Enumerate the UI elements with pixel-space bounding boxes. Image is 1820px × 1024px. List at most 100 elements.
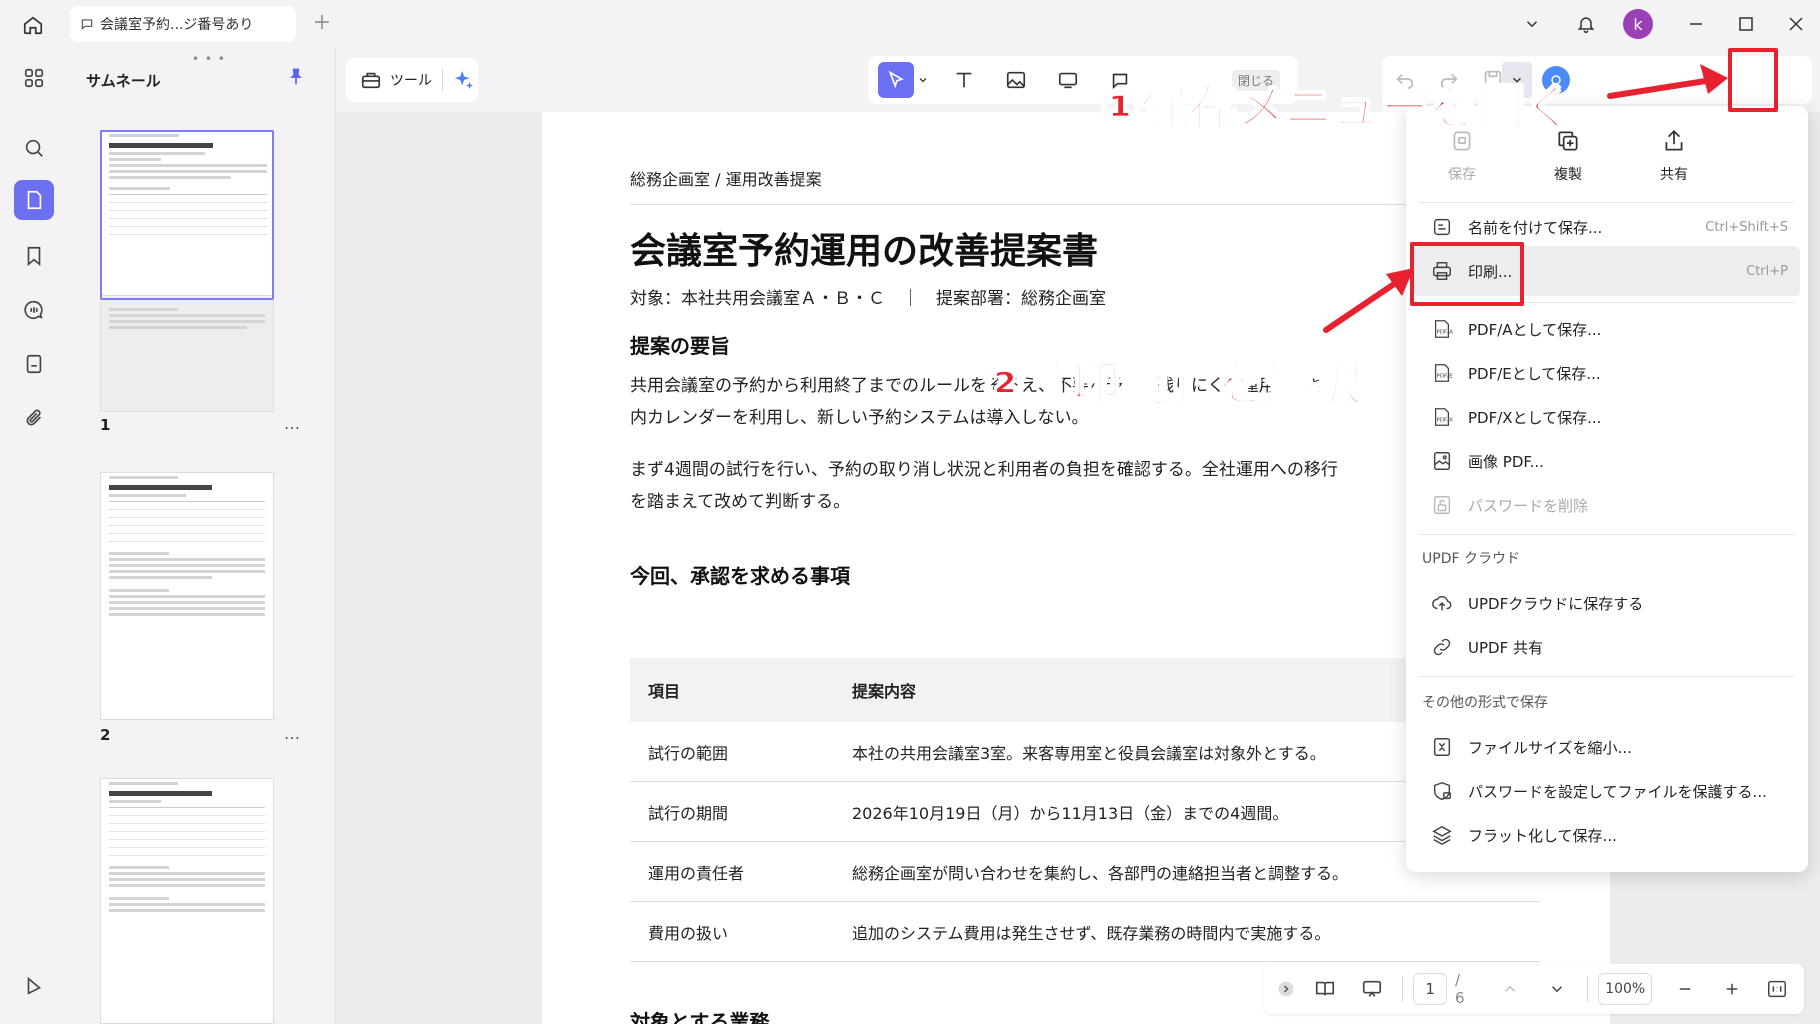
collapse-arrow-icon[interactable] (1274, 972, 1298, 1006)
paragraph-2: まず4週間の試行を行い、予約の取り消し状況と利用者の負担を確認する。全社運用への… (630, 454, 1460, 518)
thumbnail-panel-title: サムネール (86, 72, 161, 90)
minimize-icon[interactable] (1680, 8, 1712, 40)
pages-icon[interactable] (14, 180, 54, 220)
menu-item-label: PDF/Xとして保存... (1468, 408, 1602, 427)
thumbnail-more-button-1[interactable]: … (284, 414, 301, 433)
add-tab-button[interactable]: + (310, 12, 334, 36)
menu-item-label: 画像 PDF... (1468, 452, 1544, 471)
zoom-in-icon[interactable] (1711, 972, 1752, 1006)
menu-divider (1420, 676, 1794, 677)
comments-icon[interactable] (14, 290, 54, 330)
menu-item-remove-password[interactable]: パスワードを削除 (1414, 484, 1800, 526)
pdfx-icon: PDF/X (1428, 403, 1456, 431)
page-navigation-bar: 1 / 6 100% (1264, 964, 1804, 1014)
apps-grid-icon[interactable] (14, 58, 54, 98)
thumbnail-panel: • • • サムネール 1 … 2 … (68, 48, 336, 1024)
annotation-step-1: ①保存メニューを開く (1099, 79, 1574, 137)
annotation-arrow-1-head (1700, 64, 1728, 94)
layers-icon[interactable] (14, 966, 54, 1006)
select-cursor-icon[interactable] (878, 62, 914, 98)
thumbnail-selection-frame (100, 130, 274, 300)
section-heading-summary: 提案の要旨 (630, 334, 730, 358)
zoom-out-icon[interactable] (1664, 972, 1705, 1006)
paperclip-icon[interactable] (14, 398, 54, 438)
doc-breadcrumb: 総務企画室 / 運用改善提案 (630, 170, 822, 189)
annotation-step-2: ②「印刷」を選択 (983, 355, 1362, 413)
home-icon[interactable] (18, 10, 48, 40)
menu-item-label: フラット化して保存... (1468, 826, 1617, 845)
svg-text:PDF/E: PDF/E (1437, 374, 1454, 380)
compress-icon (1428, 733, 1456, 761)
menu-item-protect-password[interactable]: パスワードを設定してファイルを保護する... (1414, 770, 1800, 812)
reading-mode-icon[interactable] (1304, 972, 1345, 1006)
svg-text:PDF/X: PDF/X (1437, 418, 1454, 424)
tools-button[interactable]: ツール (346, 58, 478, 102)
previous-page-icon[interactable] (1489, 972, 1530, 1006)
chevron-down-icon[interactable] (916, 62, 930, 98)
unlock-icon (1428, 491, 1456, 519)
doc-title: 会議室予約運用の改善提案書 (630, 231, 1099, 272)
thumbnail-more-button-2[interactable]: … (284, 724, 301, 743)
menu-item-label: UPDF 共有 (1468, 638, 1543, 657)
thumbnail-page-3[interactable] (100, 778, 274, 1024)
shortcut-label: Ctrl+P (1746, 263, 1788, 279)
table-cell: 追加のシステム費用は発生させず、既存業務の時間内で実施する。 (852, 923, 1331, 943)
menu-item-save-pdfx[interactable]: PDF/X PDF/Xとして保存... (1414, 396, 1800, 438)
menu-item-label: パスワードを設定してファイルを保護する... (1468, 782, 1767, 801)
avatar: k (1623, 9, 1653, 39)
menu-section-other-formats: その他の形式で保存 (1422, 695, 1548, 711)
tools-label: ツール (390, 73, 432, 89)
text-tool-icon[interactable] (946, 62, 982, 98)
thumbnail-label-2: 2 (100, 726, 111, 744)
table-cell: 試行の範囲 (648, 743, 729, 763)
table-row: 運用の責任者 総務企画室が問い合わせを集約し、各部門の連絡担当者と調整する。 (630, 842, 1540, 902)
panel-grip[interactable]: • • • (192, 52, 226, 66)
bookmark-icon[interactable] (14, 236, 54, 276)
table-cell: 費用の扱い (648, 923, 729, 943)
maximize-icon[interactable] (1730, 8, 1762, 40)
section-heading-scope: 対象とする業務 (630, 1010, 770, 1024)
thumbnail-label-1: 1 (100, 416, 111, 434)
menu-item-save-pdfe[interactable]: PDF/E PDF/Eとして保存... (1414, 352, 1800, 394)
table-cell: 試行の期間 (648, 803, 729, 823)
table-header-row: 項目 提案内容 (630, 658, 1540, 722)
menu-item-flatten[interactable]: フラット化して保存... (1414, 814, 1800, 856)
menu-item-save-to-cloud[interactable]: UPDFクラウドに保存する (1414, 582, 1800, 624)
thumbnail-page-1-lower (100, 300, 274, 412)
presentation-icon[interactable] (1351, 972, 1392, 1006)
attachment-page-icon[interactable] (14, 344, 54, 384)
divider (1587, 976, 1589, 1002)
zoom-level-input[interactable]: 100% (1598, 973, 1653, 1005)
image-tool-icon[interactable] (998, 62, 1034, 98)
next-page-icon[interactable] (1536, 972, 1577, 1006)
paragraph-2-line-2: を踏まえて改めて判断する。 (630, 492, 851, 512)
page-number-input[interactable]: 1 (1413, 973, 1447, 1005)
image-pdf-icon (1428, 447, 1456, 475)
document-tab[interactable]: 会議室予約...ジ番号あり (70, 6, 296, 42)
toolbox-icon (360, 69, 382, 91)
table-cell: 運用の責任者 (648, 863, 745, 883)
user-avatar-button[interactable]: k (1622, 8, 1654, 40)
link-tool-icon[interactable] (1050, 62, 1086, 98)
thumbnail-page-2[interactable] (100, 472, 274, 720)
annotation-arrow-2-head (1386, 268, 1414, 296)
bell-icon[interactable] (1570, 8, 1602, 40)
tab-title: 会議室予約...ジ番号あり (100, 17, 254, 33)
divider (1402, 976, 1404, 1002)
menu-divider (1420, 534, 1794, 535)
pin-icon[interactable] (286, 66, 306, 92)
ai-sparkle-icon[interactable] (453, 69, 475, 91)
menu-item-image-pdf[interactable]: 画像 PDF... (1414, 440, 1800, 482)
annotation-arrow-1-shaft (1607, 77, 1715, 99)
cloud-upload-icon (1428, 589, 1456, 617)
link-icon (1428, 633, 1456, 661)
paragraph-2-line-1: まず4週間の試行を行い、予約の取り消し状況と利用者の負担を確認する。全社運用への… (630, 460, 1338, 480)
menu-item-updf-share[interactable]: UPDF 共有 (1414, 626, 1800, 668)
menu-item-label: UPDFクラウドに保存する (1468, 594, 1644, 613)
title-bar: 会議室予約...ジ番号あり + k (0, 0, 1820, 48)
menu-item-reduce-size[interactable]: ファイルサイズを縮小... (1414, 726, 1800, 768)
search-icon[interactable] (14, 128, 54, 168)
chevron-down-icon[interactable] (1516, 8, 1548, 40)
actual-size-icon[interactable] (1760, 972, 1794, 1006)
close-icon[interactable] (1780, 8, 1812, 40)
